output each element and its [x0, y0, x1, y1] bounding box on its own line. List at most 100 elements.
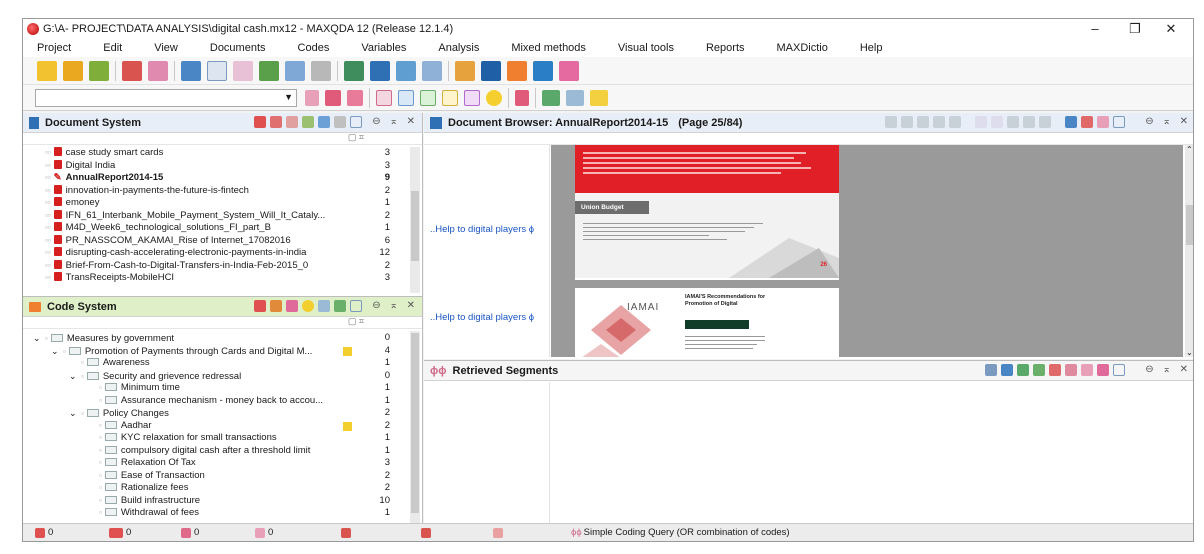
- code-set-icon[interactable]: [270, 300, 282, 312]
- search-icon[interactable]: [1113, 116, 1125, 128]
- document-item[interactable]: ▫▫ Digital India 3: [45, 159, 408, 173]
- code-item[interactable]: ▫ Build infrastructure 10: [33, 495, 408, 508]
- status-weight[interactable]: 0: [255, 527, 341, 538]
- new-text-icon[interactable]: [270, 116, 282, 128]
- menu-visual-tools[interactable]: Visual tools: [618, 42, 674, 54]
- status-documents[interactable]: 0: [35, 527, 109, 538]
- table-icon[interactable]: [985, 364, 997, 376]
- creative-coding-icon[interactable]: [286, 300, 298, 312]
- new-code-icon[interactable]: [254, 300, 266, 312]
- close-button[interactable]: ✕: [1153, 19, 1189, 39]
- code-system-scrollbar[interactable]: [410, 331, 420, 523]
- scroll-up-icon[interactable]: ⌃: [1186, 145, 1193, 154]
- menu-documents[interactable]: Documents: [210, 42, 266, 54]
- scrollbar-thumb[interactable]: [1186, 205, 1193, 245]
- link-icon[interactable]: [566, 89, 584, 106]
- activate-icon[interactable]: [148, 60, 168, 81]
- emoticode-icon[interactable]: [302, 300, 314, 312]
- toolbar-icon[interactable]: [901, 116, 913, 128]
- toolbar-icon[interactable]: [1039, 116, 1051, 128]
- new-group-icon[interactable]: [286, 116, 298, 128]
- document-item[interactable]: ▫▫ innovation-in-payments-the-future-is-f…: [45, 184, 408, 198]
- highlight-green-icon[interactable]: [420, 89, 436, 106]
- margin-code-marker[interactable]: ..Help to digital players ϕ: [430, 224, 534, 235]
- document-item[interactable]: ▫▫ M4D_Week6_technological_solutions_FI_p…: [45, 222, 408, 235]
- code-item[interactable]: ⌄ ▫ Promotion of Payments through Cards an…: [33, 345, 408, 358]
- minimize-button[interactable]: –: [1077, 19, 1113, 39]
- memo-icon[interactable]: [285, 60, 305, 81]
- filter-icon[interactable]: [1065, 364, 1077, 376]
- search-icon[interactable]: [350, 116, 362, 128]
- toolbar-icon[interactable]: [1023, 116, 1035, 128]
- menu-maxdictio[interactable]: MAXDictio: [777, 42, 828, 54]
- document-item[interactable]: ▫▫ emoney 1: [45, 197, 408, 210]
- save-project-icon[interactable]: [89, 60, 109, 81]
- table-icon[interactable]: [318, 300, 330, 312]
- table-icon[interactable]: [259, 60, 279, 81]
- code-system-icon[interactable]: [507, 60, 527, 81]
- status-codes[interactable]: 0: [109, 527, 181, 538]
- pdf-viewer[interactable]: Union Budget 26 IAMAI IAMAI'S Recommenda…: [551, 145, 1183, 357]
- scroll-down-icon[interactable]: ⌄: [1186, 348, 1193, 357]
- margin-code-marker[interactable]: ..Help to digital players ϕ: [430, 312, 534, 323]
- print-icon[interactable]: [1065, 116, 1077, 128]
- restore-button[interactable]: ❐: [1117, 19, 1153, 39]
- import-documents-icon[interactable]: [122, 60, 142, 81]
- document-item[interactable]: ▫▫ PR_NASSCOM_AKAMAI_Rise of Internet_170…: [45, 234, 408, 248]
- zoom-in-icon[interactable]: [975, 116, 987, 128]
- expand-chevron-icon[interactable]: ⌄: [69, 407, 81, 420]
- search-icon[interactable]: [1113, 364, 1125, 376]
- code-item[interactable]: ▫ Minimum time 1: [33, 382, 408, 395]
- view-toggle-icon[interactable]: ▢ ⌗: [348, 316, 364, 327]
- code-icon[interactable]: [305, 89, 319, 106]
- document-browser-icon[interactable]: [481, 60, 501, 81]
- document-item[interactable]: ▫▫ IFN_61_Interbank_Mobile_Payment_System…: [45, 209, 408, 223]
- open-project-icon[interactable]: [63, 60, 83, 81]
- code-item[interactable]: ⌄ ▫ Security and grievence redressal 0: [33, 370, 408, 383]
- code-item[interactable]: ▫ Assurance mechanism - money back to acc…: [33, 395, 408, 408]
- view-toggle-icon[interactable]: ▢ ⌗: [348, 132, 364, 143]
- menu-analysis[interactable]: Analysis: [438, 42, 479, 54]
- weight-icon[interactable]: [1097, 364, 1109, 376]
- toolbar-icon[interactable]: [885, 116, 897, 128]
- table-icon[interactable]: [302, 116, 314, 128]
- code-item[interactable]: ▫ Rationalize fees 2: [33, 482, 408, 495]
- scrollbar-thumb[interactable]: [411, 191, 419, 261]
- retrieve-icon[interactable]: [233, 60, 253, 81]
- status-activations[interactable]: 0: [181, 527, 255, 538]
- code-item[interactable]: ▫ compulsory digital cash after a thresho…: [33, 445, 408, 458]
- code-relations-icon[interactable]: [370, 60, 390, 81]
- log-icon[interactable]: [311, 60, 331, 81]
- document-item-active[interactable]: ▫▫ ✎ AnnualReport2014-15 9: [45, 172, 408, 185]
- document-item[interactable]: ▫▫ case study smart cards 3: [45, 147, 408, 160]
- menu-help[interactable]: Help: [860, 42, 883, 54]
- highlight-magenta-icon[interactable]: [464, 89, 480, 106]
- add-memo-icon[interactable]: [542, 89, 560, 106]
- toolbar-icon[interactable]: [949, 116, 961, 128]
- document-browser-scrollbar[interactable]: ⌃ ⌄: [1185, 145, 1193, 357]
- emoticode-icon[interactable]: [486, 89, 502, 106]
- menu-codes[interactable]: Codes: [298, 42, 330, 54]
- print-icon[interactable]: [1001, 364, 1013, 376]
- document-item[interactable]: ▫▫ TransReceipts-MobileHCI 3: [45, 272, 408, 285]
- document-system-window-buttons[interactable]: ⊖ ⌅ ✕: [372, 116, 418, 127]
- export-icon[interactable]: [1081, 116, 1093, 128]
- codeline-icon[interactable]: [422, 60, 442, 81]
- search-icon[interactable]: [207, 60, 227, 81]
- document-system-scrollbar[interactable]: [410, 147, 420, 293]
- quick-code-dropdown[interactable]: ▼: [35, 88, 297, 107]
- code-item[interactable]: ▫ KYC relaxation for small transactions 1: [33, 432, 408, 445]
- menu-variables[interactable]: Variables: [361, 42, 406, 54]
- highlight-yellow-icon[interactable]: [442, 89, 458, 106]
- document-browser-window-buttons[interactable]: ⊖ ⌅ ✕: [1145, 116, 1191, 127]
- code-item[interactable]: ▫ Ease of Transaction 2: [33, 470, 408, 483]
- document-item[interactable]: ▫▫ Brief-From-Cash-to-Digital-Transfers-i…: [45, 259, 408, 273]
- new-project-icon[interactable]: [37, 60, 57, 81]
- edit-icon[interactable]: [533, 60, 553, 81]
- toolbar-icon[interactable]: [917, 116, 929, 128]
- scrollbar-thumb[interactable]: [411, 333, 419, 513]
- code-system-window-buttons[interactable]: ⊖ ⌅ ✕: [372, 300, 418, 311]
- document-portrait-icon[interactable]: [396, 60, 416, 81]
- code-item[interactable]: ▫ Aadhar 2: [33, 420, 408, 433]
- import-icon[interactable]: [254, 116, 266, 128]
